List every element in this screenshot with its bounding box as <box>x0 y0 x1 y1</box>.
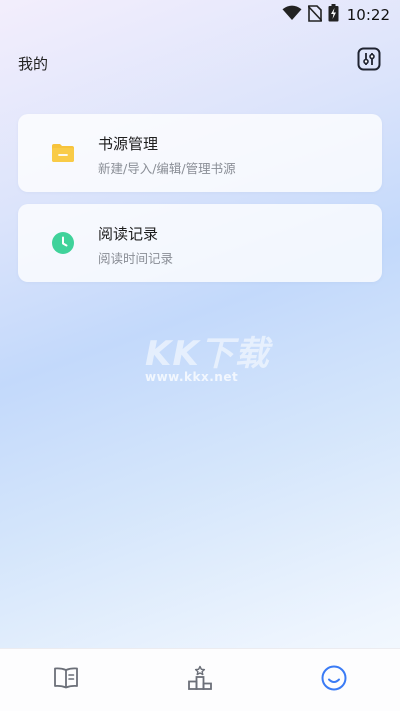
book-source-card[interactable]: 书源管理 新建/导入/编辑/管理书源 <box>18 114 382 192</box>
battery-charging-icon <box>328 4 339 26</box>
status-bar: 10:22 <box>0 0 400 28</box>
settings-button[interactable] <box>356 47 382 75</box>
bottom-nav <box>0 648 400 711</box>
nav-ranking[interactable] <box>186 665 214 695</box>
card-title: 阅读记录 <box>98 225 159 243</box>
no-sim-icon <box>307 4 323 26</box>
smile-icon <box>321 665 347 695</box>
nav-profile[interactable] <box>320 665 348 695</box>
nav-bookshelf[interactable] <box>52 666 80 694</box>
watermark-logo: KK下载 <box>145 334 270 374</box>
ranking-icon <box>187 665 213 695</box>
card-subtitle: 阅读时间记录 <box>98 251 174 266</box>
watermark: KK下载 www.kkx.net <box>0 322 400 392</box>
clock-icon <box>51 231 75 255</box>
wifi-icon <box>282 5 302 25</box>
status-time: 10:22 <box>346 6 390 24</box>
status-icons: 10:22 <box>282 4 390 26</box>
folder-icon <box>51 141 75 165</box>
reading-history-card[interactable]: 阅读记录 阅读时间记录 <box>18 204 382 282</box>
card-subtitle: 新建/导入/编辑/管理书源 <box>98 161 236 176</box>
book-icon <box>53 666 79 694</box>
header: 我的 <box>18 47 382 78</box>
card-title: 书源管理 <box>98 135 159 153</box>
watermark-url: www.kkx.net <box>145 370 239 384</box>
page-title: 我的 <box>18 55 49 73</box>
settings-sliders-icon <box>357 47 381 75</box>
